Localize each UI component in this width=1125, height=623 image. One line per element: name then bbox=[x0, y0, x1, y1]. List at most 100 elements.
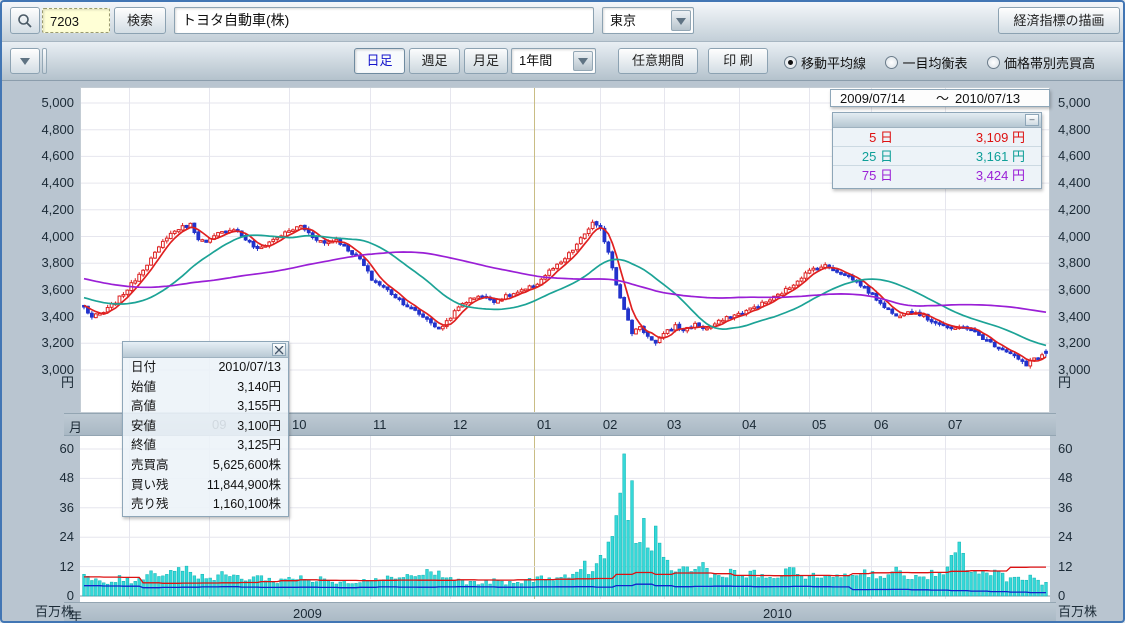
tooltip-label: 買い残 bbox=[131, 476, 169, 496]
axis-tick-label: 4,600 bbox=[1058, 149, 1122, 163]
ma-legend-row-75: 75 日 3,424 円 bbox=[833, 166, 1041, 185]
tooltip-row: 始値 3,140円 bbox=[123, 378, 288, 398]
radio-label: 一目均衡表 bbox=[902, 53, 967, 72]
month-tick-label: 02 bbox=[603, 417, 617, 432]
economic-indicator-button[interactable]: 経済指標の描画 bbox=[998, 7, 1120, 34]
tooltip-label: 売り残 bbox=[131, 495, 169, 515]
month-tick-label: 03 bbox=[667, 417, 681, 432]
tooltip-label: 安値 bbox=[131, 417, 156, 437]
month-tick-label: 12 bbox=[453, 417, 467, 432]
toolbar-handle[interactable] bbox=[42, 48, 47, 74]
axis-tick-label: 4,400 bbox=[2, 176, 74, 190]
ma75-value: 3,424 円 bbox=[976, 166, 1025, 185]
axis-tick-label: 3,800 bbox=[2, 256, 74, 270]
radio-icon bbox=[784, 56, 797, 69]
radio-moving-average[interactable]: 移動平均線 bbox=[784, 53, 866, 72]
search-button[interactable]: 検索 bbox=[114, 7, 166, 34]
axis-tick-label: 48 bbox=[2, 471, 74, 485]
stock-name-field[interactable]: トヨタ自動車(株) bbox=[174, 7, 594, 34]
axis-tick-label: 36 bbox=[2, 501, 74, 515]
tooltip-row: 終値 3,125円 bbox=[123, 436, 288, 456]
tab-daily[interactable]: 日足 bbox=[354, 48, 405, 74]
tooltip-row: 買い残11,844,900株 bbox=[123, 476, 288, 496]
symbol-lookup-button[interactable] bbox=[10, 7, 40, 34]
axis-tick-label: 12 bbox=[1058, 560, 1122, 574]
month-tick-label: 07 bbox=[948, 417, 962, 432]
ma5-value: 3,109 円 bbox=[976, 128, 1025, 147]
tooltip-titlebar bbox=[123, 342, 288, 358]
year-axis-band: 年 20092010 bbox=[64, 602, 1056, 623]
ma-legend-box: – 5 日 3,109 円 25 日 3,161 円 75 日 3,424 円 bbox=[832, 112, 1042, 189]
print-button[interactable]: 印 刷 bbox=[708, 48, 768, 74]
custom-period-button[interactable]: 任意期間 bbox=[618, 48, 698, 74]
tab-monthly[interactable]: 月足 bbox=[464, 48, 508, 74]
market-select-value: 東京 bbox=[610, 13, 636, 28]
date-range-box: 2009/07/14 ～ 2010/07/13 bbox=[830, 89, 1050, 107]
tooltip-value: 2010/07/13 bbox=[218, 358, 281, 378]
axis-tick-label: 60 bbox=[1058, 442, 1122, 456]
axis-tick-label: 円 bbox=[1058, 376, 1122, 390]
axis-tick-label: 60 bbox=[2, 442, 74, 456]
axis-tick-label: 24 bbox=[2, 530, 74, 544]
tooltip-label: 日付 bbox=[131, 358, 156, 378]
axis-tick-label: 0 bbox=[2, 589, 74, 603]
tooltip-row: 売り残1,160,100株 bbox=[123, 495, 288, 515]
ma-legend-row-25: 25 日 3,161 円 bbox=[833, 147, 1041, 166]
ma-legend-titlebar: – bbox=[833, 113, 1041, 128]
close-icon bbox=[275, 346, 284, 355]
tab-weekly[interactable]: 週足 bbox=[409, 48, 460, 74]
axis-tick-label: 3,200 bbox=[1058, 336, 1122, 350]
month-tick-label: 05 bbox=[812, 417, 826, 432]
tooltip-row: 高値3,155円 bbox=[123, 397, 288, 417]
axis-tick-label: 円 bbox=[2, 376, 74, 390]
radio-ichimoku[interactable]: 一目均衡表 bbox=[885, 53, 967, 72]
minimize-button[interactable]: – bbox=[1025, 114, 1039, 126]
ma75-label: 75 日 bbox=[847, 166, 893, 185]
axis-tick-label: 4,200 bbox=[2, 203, 74, 217]
tooltip-value: 3,125円 bbox=[237, 436, 281, 456]
chevron-down-icon bbox=[578, 58, 588, 65]
axis-tick-label: 4,000 bbox=[2, 230, 74, 244]
market-select[interactable]: 東京 bbox=[602, 7, 694, 34]
axis-tick-label: 百万株 bbox=[1058, 605, 1122, 619]
tooltip-label: 始値 bbox=[131, 378, 156, 398]
date-range-separator: ～ bbox=[936, 91, 949, 107]
close-button[interactable] bbox=[272, 343, 286, 356]
axis-tick-label: 4,400 bbox=[1058, 176, 1122, 190]
quote-tooltip-box: 日付2010/07/13 始値3,140円 高値3,155円 安値3,100円 … bbox=[122, 341, 289, 517]
ma-legend-row-5: 5 日 3,109 円 bbox=[833, 128, 1041, 147]
date-range-start: 2009/07/14 bbox=[840, 91, 905, 107]
radio-label: 価格帯別売買高 bbox=[1004, 53, 1095, 72]
indicator-radio-group: 移動平均線 一目均衡表 価格帯別売買高 bbox=[784, 53, 1095, 74]
month-tick-label: 10 bbox=[292, 417, 306, 432]
tooltip-row: 売買高5,625,600株 bbox=[123, 456, 288, 476]
market-select-arrow-button[interactable] bbox=[671, 10, 691, 31]
range-select-arrow-button[interactable] bbox=[573, 51, 593, 71]
axis-tick-label: 0 bbox=[1058, 589, 1122, 603]
month-tick-label: 06 bbox=[874, 417, 888, 432]
axis-tick-label: 36 bbox=[1058, 501, 1122, 515]
chart-application-window: 7203 検索 トヨタ自動車(株) 東京 経済指標の描画 日足 週足 月足 1年… bbox=[0, 0, 1125, 623]
axis-tick-label: 4,800 bbox=[2, 123, 74, 137]
axis-tick-label: 4,200 bbox=[1058, 203, 1122, 217]
month-tick-label: 04 bbox=[742, 417, 756, 432]
chart-menu-dropdown-button[interactable] bbox=[10, 48, 40, 74]
tooltip-label: 終値 bbox=[131, 436, 156, 456]
axis-tick-label: 3,200 bbox=[2, 336, 74, 350]
tooltip-value: 3,140円 bbox=[237, 378, 281, 398]
stock-code-input[interactable]: 7203 bbox=[42, 8, 110, 33]
axis-tick-label: 4,800 bbox=[1058, 123, 1122, 137]
axis-tick-label: 48 bbox=[1058, 471, 1122, 485]
date-range-end: 2010/07/13 bbox=[955, 91, 1020, 107]
month-tick-label: 01 bbox=[537, 417, 551, 432]
month-tick-label: 11 bbox=[373, 417, 387, 432]
radio-label: 移動平均線 bbox=[801, 53, 866, 72]
toolbar-second: 日足 週足 月足 1年間 任意期間 印 刷 移動平均線 一目均衡表 価格帯別売買… bbox=[2, 42, 1123, 81]
axis-tick-label: 5,000 bbox=[1058, 96, 1122, 110]
radio-icon bbox=[885, 56, 898, 69]
axis-tick-label: 3,400 bbox=[2, 310, 74, 324]
range-select[interactable]: 1年間 bbox=[511, 48, 596, 74]
magnifier-icon bbox=[17, 13, 33, 29]
tooltip-label: 高値 bbox=[131, 397, 156, 417]
radio-volume-by-price[interactable]: 価格帯別売買高 bbox=[987, 53, 1095, 72]
